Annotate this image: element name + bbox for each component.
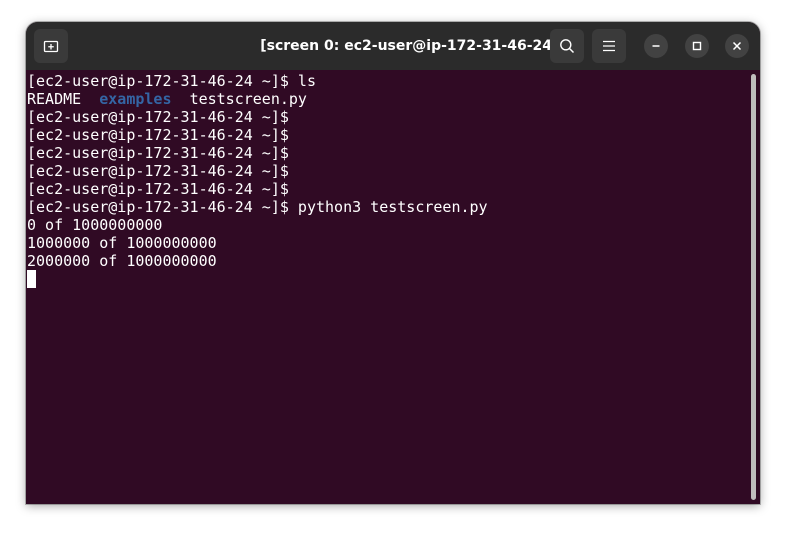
terminal-line: [ec2-user@ip-172-31-46-24 ~]$ bbox=[27, 108, 289, 126]
scrollbar[interactable] bbox=[751, 74, 756, 500]
terminal-line-ls-output: README examples testscreen.py bbox=[27, 90, 488, 108]
terminal-line: [ec2-user@ip-172-31-46-24 ~]$ ls bbox=[27, 72, 316, 90]
directory-examples: examples bbox=[99, 90, 172, 108]
terminal-line: [ec2-user@ip-172-31-46-24 ~]$ bbox=[27, 144, 289, 162]
minimize-button[interactable] bbox=[644, 34, 668, 58]
hamburger-menu-icon bbox=[603, 40, 615, 52]
terminal-line: [ec2-user@ip-172-31-46-24 ~]$ bbox=[27, 180, 289, 198]
maximize-icon bbox=[692, 41, 702, 51]
close-button[interactable] bbox=[725, 34, 749, 58]
search-icon bbox=[560, 39, 575, 54]
terminal-window: [screen 0: ec2-user@ip-172-31-46-24:~] [… bbox=[26, 22, 760, 504]
file-readme: README bbox=[27, 90, 82, 108]
new-tab-icon bbox=[43, 40, 59, 53]
terminal-line: 0 of 1000000000 bbox=[27, 216, 163, 234]
file-testscreen: testscreen.py bbox=[189, 90, 307, 108]
close-icon bbox=[732, 41, 742, 51]
cursor-line bbox=[27, 270, 488, 288]
terminal-area[interactable]: [ec2-user@ip-172-31-46-24 ~]$ ls README … bbox=[26, 70, 760, 504]
new-tab-button[interactable] bbox=[34, 29, 68, 63]
menu-button[interactable] bbox=[592, 29, 626, 63]
minimize-icon bbox=[652, 45, 660, 47]
terminal-line: [ec2-user@ip-172-31-46-24 ~]$ bbox=[27, 162, 289, 180]
terminal-line: 2000000 of 1000000000 bbox=[27, 252, 217, 270]
terminal-output: [ec2-user@ip-172-31-46-24 ~]$ ls README … bbox=[27, 72, 488, 288]
search-button[interactable] bbox=[550, 29, 584, 63]
maximize-button[interactable] bbox=[685, 34, 709, 58]
text-cursor bbox=[27, 270, 36, 288]
terminal-line: [ec2-user@ip-172-31-46-24 ~]$ python3 te… bbox=[27, 198, 488, 216]
terminal-line: [ec2-user@ip-172-31-46-24 ~]$ bbox=[27, 126, 289, 144]
title-bar[interactable]: [screen 0: ec2-user@ip-172-31-46-24:~] bbox=[26, 22, 760, 70]
terminal-line: 1000000 of 1000000000 bbox=[27, 234, 217, 252]
